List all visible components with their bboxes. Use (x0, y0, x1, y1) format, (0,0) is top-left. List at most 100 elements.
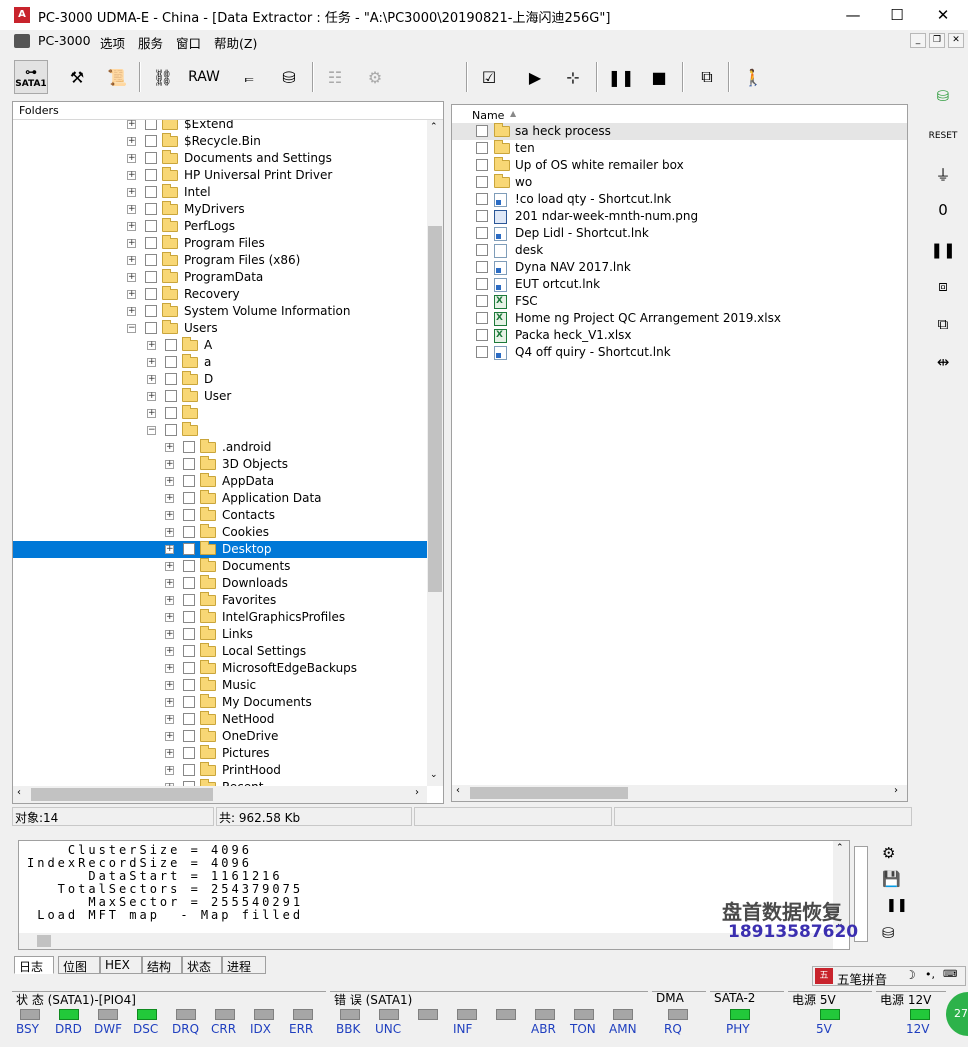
log-hscroll-thumb[interactable] (37, 935, 51, 947)
scroll-down-icon[interactable]: ⌄ (430, 770, 438, 780)
file-checkbox[interactable] (476, 159, 488, 171)
expand-icon[interactable]: + (127, 222, 136, 231)
tree-checkbox[interactable] (145, 220, 157, 232)
expand-icon[interactable]: + (165, 664, 174, 673)
tree-checkbox[interactable] (165, 424, 177, 436)
tab-process[interactable]: 进程 (222, 956, 266, 974)
files-hscroll-thumb[interactable] (470, 787, 628, 799)
log-pause-icon[interactable]: ❚❚ (886, 898, 908, 913)
tree-checkbox[interactable] (183, 492, 195, 504)
expand-icon[interactable]: + (165, 562, 174, 571)
log-horizontal-scrollbar[interactable] (19, 933, 833, 949)
moon-icon[interactable]: ☽ (905, 968, 916, 982)
expand-icon[interactable]: + (127, 188, 136, 197)
tree-checkbox[interactable] (183, 764, 195, 776)
tree-item[interactable]: + PerfLogs (13, 218, 427, 235)
tree-checkbox[interactable] (145, 120, 157, 130)
files-scroll-left-icon[interactable]: ‹ (456, 785, 460, 796)
reset-icon[interactable]: RESET (929, 122, 958, 150)
name-column-header[interactable]: Name (472, 109, 504, 122)
tree-item[interactable]: + Cookies (13, 524, 427, 541)
expand-icon[interactable]: + (127, 171, 136, 180)
tab-hex[interactable]: HEX (100, 956, 142, 974)
tree-scroll-thumb[interactable] (428, 226, 442, 592)
database-icon[interactable]: ⛁ (929, 82, 957, 110)
tree-item[interactable]: + $Extend (13, 120, 427, 133)
tree-item[interactable]: + Desktop (13, 541, 427, 558)
expand-icon[interactable]: + (127, 239, 136, 248)
tree-item[interactable]: − Users (13, 320, 427, 337)
expand-icon[interactable]: + (165, 579, 174, 588)
expand-icon[interactable]: + (165, 511, 174, 520)
file-row[interactable]: Up of OS white remailer box (452, 157, 907, 174)
tree-item[interactable]: + Downloads (13, 575, 427, 592)
tree-checkbox[interactable] (165, 339, 177, 351)
tree-checkbox[interactable] (183, 713, 195, 725)
connector-icon[interactable]: ⇹ (929, 348, 957, 376)
tree-item[interactable]: + Local Settings (13, 643, 427, 660)
tree-item[interactable]: +3D Objects (13, 456, 427, 473)
mdi-minimize-icon[interactable]: _ (910, 33, 926, 48)
menu-service[interactable]: 服务 (138, 33, 163, 52)
tree-item[interactable]: + System Volume Information (13, 303, 427, 320)
tree-item[interactable]: + Music (13, 677, 427, 694)
copy-delete-icon[interactable]: ⧉ (929, 310, 957, 338)
split-tool-icon[interactable]: ⫭ (232, 60, 266, 94)
sector-map-icon[interactable]: ⧈ (929, 272, 957, 300)
file-row[interactable]: FSC (452, 293, 907, 310)
menu-help[interactable]: 帮助(Z) (214, 33, 257, 52)
file-checkbox[interactable] (476, 176, 488, 188)
file-row[interactable]: Dyna NAV 2017.lnk (452, 259, 907, 276)
raw-button[interactable]: RAW (186, 60, 222, 94)
expand-icon[interactable]: + (165, 528, 174, 537)
tree-item[interactable]: +Recent (13, 779, 427, 786)
expand-icon[interactable]: + (127, 205, 136, 214)
expand-icon[interactable]: + (165, 630, 174, 639)
punctuation-icon[interactable]: •, (925, 968, 935, 981)
tree-checkbox[interactable] (183, 458, 195, 470)
copy-icon[interactable]: ⧉ (690, 60, 724, 94)
tree-item[interactable]: + Pictures (13, 745, 427, 762)
tree-hscroll-thumb[interactable] (31, 788, 213, 801)
app-icon[interactable]: A (14, 7, 30, 23)
menu-options[interactable]: 选项 (100, 33, 125, 52)
expand-icon[interactable]: + (147, 409, 156, 418)
tree-item[interactable]: + Links (13, 626, 427, 643)
minimize-button[interactable]: — (830, 0, 876, 30)
file-checkbox[interactable] (476, 125, 488, 137)
tree-checkbox[interactable] (183, 594, 195, 606)
tree-item[interactable]: + Contacts (13, 507, 427, 524)
log-save-icon[interactable]: 💾 (882, 870, 901, 888)
expand-icon[interactable]: + (165, 460, 174, 469)
tree-item[interactable]: + ProgramData (13, 269, 427, 286)
expand-icon[interactable]: + (165, 715, 174, 724)
file-row[interactable]: Packa heck_V1.xlsx (452, 327, 907, 344)
tree-item[interactable]: + OneDrive (13, 728, 427, 745)
tree-checkbox[interactable] (183, 628, 195, 640)
tree-vertical-scrollbar[interactable]: ⌃ ⌄ (427, 120, 443, 786)
file-checkbox[interactable] (476, 210, 488, 222)
tree-item[interactable]: + (13, 405, 427, 422)
file-row[interactable]: !co load qty - Shortcut.lnk (452, 191, 907, 208)
tree-checkbox[interactable] (145, 254, 157, 266)
scroll-left-icon[interactable]: ‹ (17, 787, 21, 798)
tree-item[interactable]: + MyDrivers (13, 201, 427, 218)
tree-checkbox[interactable] (145, 169, 157, 181)
expand-icon[interactable]: + (147, 392, 156, 401)
maximize-button[interactable]: ☐ (874, 0, 920, 30)
expand-icon[interactable]: + (165, 732, 174, 741)
file-checkbox[interactable] (476, 312, 488, 324)
file-row[interactable]: ten (452, 140, 907, 157)
tree-item[interactable]: + .android (13, 439, 427, 456)
file-checkbox[interactable] (476, 278, 488, 290)
tree-checkbox[interactable] (145, 288, 157, 300)
tree-checkbox[interactable] (165, 390, 177, 402)
tree-item[interactable]: + NetHood (13, 711, 427, 728)
tree-item[interactable]: + Favorites (13, 592, 427, 609)
collapse-icon[interactable]: − (127, 324, 136, 333)
tree-checkbox[interactable] (183, 509, 195, 521)
file-checkbox[interactable] (476, 261, 488, 273)
log-settings-icon[interactable]: ⚙ (882, 844, 895, 862)
expand-icon[interactable]: + (127, 256, 136, 265)
file-checkbox[interactable] (476, 142, 488, 154)
